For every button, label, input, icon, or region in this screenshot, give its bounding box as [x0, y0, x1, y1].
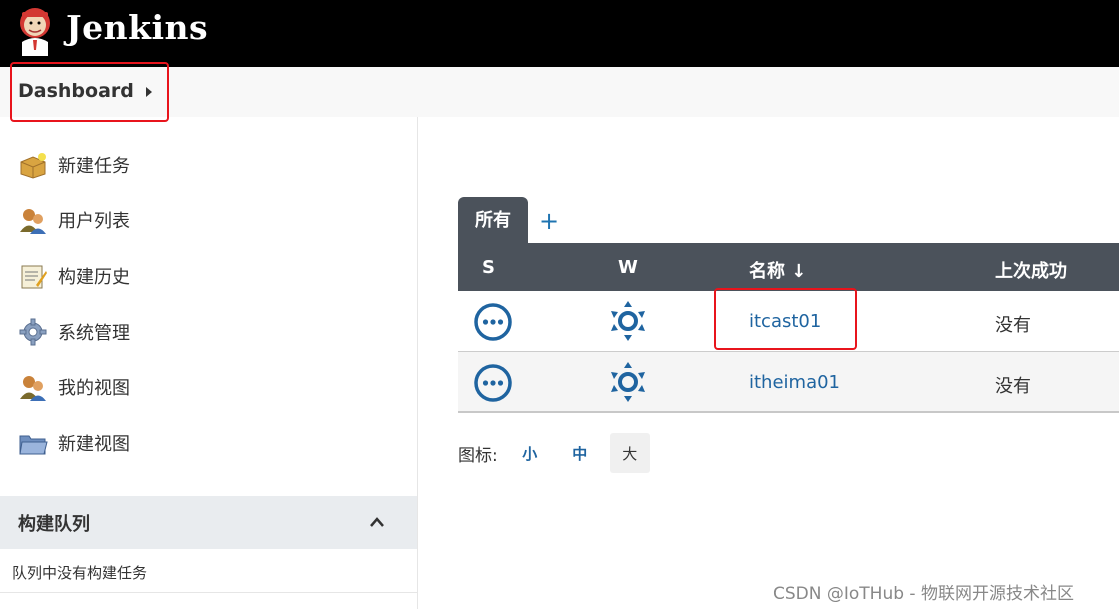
- sidebar-item-label: 新建任务: [58, 156, 130, 177]
- sidebar-item-my-views[interactable]: 我的视图: [18, 372, 130, 402]
- build-queue-header[interactable]: 构建队列: [0, 496, 417, 549]
- sidebar: 新建任务 用户列表 构建历史 系统管理 我的视图 新建视图 构建队列 队列中没有…: [0, 117, 418, 609]
- tab-all[interactable]: 所有: [458, 197, 528, 243]
- sidebar-item-manage[interactable]: 系统管理: [18, 317, 130, 347]
- not-built-status-icon[interactable]: [473, 363, 513, 403]
- icon-size-caption: 图标:: [458, 445, 498, 466]
- column-header-weather[interactable]: W: [618, 257, 638, 278]
- sunny-weather-icon[interactable]: [609, 300, 647, 342]
- build-queue-empty-text: 队列中没有构建任务: [12, 564, 148, 582]
- icon-size-large-button[interactable]: 大: [609, 433, 650, 473]
- column-header-last-success[interactable]: 上次成功: [995, 257, 1067, 283]
- job-link-itheima01[interactable]: itheima01: [749, 372, 840, 393]
- gear-icon: [19, 318, 47, 346]
- last-success-value: 没有: [995, 376, 1031, 397]
- my-views-icon: [20, 376, 46, 401]
- brand-title[interactable]: Jenkins: [66, 8, 208, 47]
- sidebar-item-label: 用户列表: [58, 211, 130, 232]
- not-built-status-icon[interactable]: [473, 302, 513, 342]
- sidebar-item-new-item[interactable]: 新建任务: [18, 150, 130, 180]
- icon-size-selector: 图标: 小 中 大: [458, 433, 660, 473]
- icon-size-medium-button[interactable]: 中: [560, 433, 600, 473]
- column-header-status[interactable]: S: [482, 257, 495, 278]
- sidebar-item-users[interactable]: 用户列表: [18, 205, 130, 235]
- column-header-name[interactable]: 名称 ↓: [749, 257, 806, 283]
- sidebar-item-label: 我的视图: [58, 378, 130, 399]
- jenkins-logo[interactable]: [16, 6, 54, 56]
- sidebar-item-label: 构建历史: [58, 267, 130, 288]
- new-item-icon: [20, 153, 46, 179]
- sidebar-item-label: 新建视图: [58, 434, 130, 455]
- icon-size-small-button[interactable]: 小: [510, 433, 550, 473]
- build-history-icon: [21, 265, 47, 289]
- top-header: Jenkins: [0, 0, 1119, 67]
- jobs-table-header: S W 名称 ↓ 上次成功: [458, 243, 1119, 291]
- sidebar-item-build-history[interactable]: 构建历史: [18, 261, 130, 291]
- build-queue-title: 构建队列: [18, 514, 90, 535]
- sidebar-item-label: 系统管理: [58, 323, 130, 344]
- highlight-box-job: [714, 288, 857, 350]
- sunny-weather-icon[interactable]: [609, 361, 647, 403]
- folder-icon: [19, 435, 48, 455]
- highlight-box-dashboard: [10, 62, 169, 122]
- watermark: CSDN @IoTHub - 物联网开源技术社区: [773, 584, 1074, 604]
- chevron-up-icon[interactable]: [369, 516, 385, 528]
- users-icon: [20, 209, 46, 234]
- divider: [0, 592, 417, 593]
- table-row: itheima01 没有: [458, 352, 1119, 413]
- sidebar-item-new-view[interactable]: 新建视图: [18, 428, 130, 458]
- last-success-value: 没有: [995, 315, 1031, 336]
- add-tab-button[interactable]: +: [539, 207, 559, 235]
